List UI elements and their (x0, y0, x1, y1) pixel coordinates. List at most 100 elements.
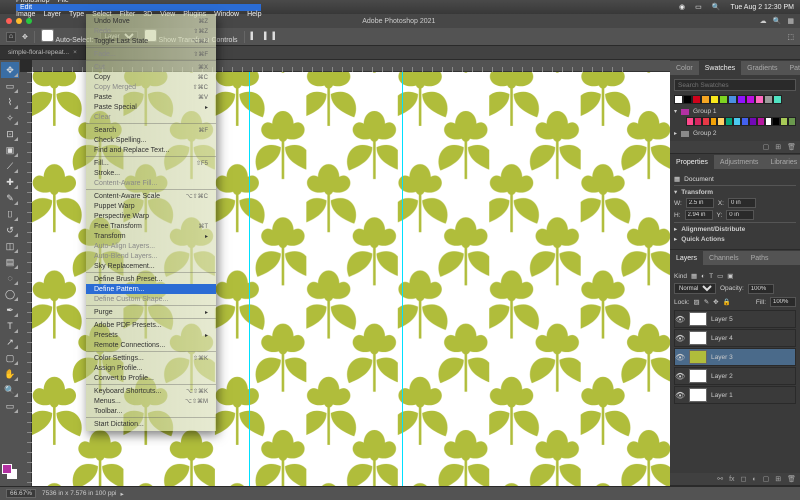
rect-tool[interactable]: ▢ (1, 350, 19, 366)
menubar-battery-icon[interactable]: ▭ (695, 3, 702, 11)
swatch[interactable] (780, 117, 788, 126)
stamp-tool[interactable]: ⌷ (1, 206, 19, 222)
align-center-icon[interactable]: ▐ (261, 33, 266, 40)
menubar-wifi-icon[interactable]: ◉ (679, 3, 685, 11)
link-layers-icon[interactable]: ⚯ (717, 475, 723, 483)
menu-item-check-spelling[interactable]: Check Spelling... (86, 135, 216, 145)
workspace-icon[interactable]: ▦ (787, 17, 794, 25)
width-field[interactable] (686, 198, 714, 208)
swatch-group-1[interactable]: ▾Group 1 (674, 108, 796, 115)
new-folder-icon[interactable]: ▢ (763, 143, 770, 151)
lock-position-icon[interactable]: ✥ (713, 298, 718, 306)
vertical-ruler[interactable] (20, 72, 32, 486)
tab-patterns[interactable]: Patterns (783, 61, 800, 75)
swatch[interactable] (755, 95, 764, 104)
menu-item-define-pattern[interactable]: Define Pattern... (86, 284, 216, 294)
x-field[interactable] (728, 198, 756, 208)
swatch[interactable] (749, 117, 757, 126)
swatch[interactable] (757, 117, 765, 126)
path-tool[interactable]: ↗ (1, 334, 19, 350)
lock-pixels-icon[interactable]: ✎ (704, 298, 709, 306)
menu-item-sky-replacement[interactable]: Sky Replacement... (86, 261, 216, 271)
tab-libraries[interactable]: Libraries (764, 155, 800, 169)
menu-item-toolbar[interactable]: Toolbar... (86, 406, 216, 416)
menu-item-undo-move[interactable]: Undo Move⌘Z (86, 16, 216, 26)
magic-wand-tool[interactable]: ✧ (1, 110, 19, 126)
swatch-group-2[interactable]: ▸Group 2 (674, 130, 796, 137)
move-tool-icon[interactable]: ✥ (22, 33, 28, 41)
menu-file[interactable]: File (57, 0, 68, 4)
menubar-clock[interactable]: Tue Aug 2 12:30 PM (730, 4, 794, 11)
vertical-guide[interactable] (402, 72, 403, 486)
dodge-tool[interactable]: ◯ (1, 286, 19, 302)
menu-item-paste[interactable]: Paste⌘V (86, 92, 216, 102)
swatch[interactable] (701, 95, 710, 104)
menu-edit[interactable]: Edit (16, 4, 261, 11)
layer-row[interactable]: 👁Layer 3 (674, 348, 796, 366)
menu-item-presets[interactable]: Presets▸ (86, 330, 216, 340)
new-group-icon[interactable]: ▢ (763, 475, 770, 483)
swatch[interactable] (686, 117, 694, 126)
chevron-down-icon[interactable]: ▾ (674, 188, 677, 196)
adjustment-layer-icon[interactable]: ◐ (752, 476, 756, 483)
close-icon[interactable] (6, 18, 12, 24)
menu-item-assign-profile[interactable]: Assign Profile... (86, 363, 216, 373)
swatch[interactable] (764, 95, 773, 104)
menu-item-start-dictation[interactable]: Start Dictation... (86, 419, 216, 429)
minimize-icon[interactable] (16, 18, 22, 24)
menu-image[interactable]: Image (16, 11, 35, 18)
tab-properties[interactable]: Properties (670, 155, 714, 169)
layer-row[interactable]: 👁Layer 4 (674, 329, 796, 347)
menubar-search-icon[interactable]: 🔍 (712, 3, 721, 11)
swatch[interactable] (674, 95, 683, 104)
menu-item-fill[interactable]: Fill...⇧F5 (86, 158, 216, 168)
lock-transparent-icon[interactable]: ▨ (694, 298, 700, 306)
menu-window[interactable]: Window (214, 11, 239, 18)
tab-paths[interactable]: Paths (745, 251, 775, 265)
type-tool[interactable]: T (1, 318, 19, 334)
brush-tool[interactable]: ✎ (1, 190, 19, 206)
swatch[interactable] (717, 117, 725, 126)
chevron-right-icon[interactable]: ▸ (121, 490, 124, 498)
menu-item-remote-connections[interactable]: Remote Connections... (86, 340, 216, 350)
swatch[interactable] (702, 117, 710, 126)
visibility-icon[interactable]: 👁 (675, 372, 685, 381)
swatch[interactable] (725, 117, 733, 126)
menu-item-toggle-last-state[interactable]: Toggle Last State⌥⌘Z (86, 36, 216, 46)
maximize-icon[interactable] (26, 18, 32, 24)
tab-layers[interactable]: Layers (670, 251, 703, 265)
search-swatches-input[interactable] (674, 79, 796, 91)
menu-item-free-transform[interactable]: Free Transform⌘T (86, 221, 216, 231)
heal-tool[interactable]: ✚ (1, 174, 19, 190)
zoom-field[interactable]: 66.67% (6, 489, 36, 498)
visibility-icon[interactable]: 👁 (675, 315, 685, 324)
layer-style-icon[interactable]: fx (729, 476, 734, 483)
layer-row[interactable]: 👁Layer 2 (674, 367, 796, 385)
menu-help[interactable]: Help (247, 11, 261, 18)
swatch[interactable] (788, 117, 796, 126)
filter-adjust-icon[interactable]: ◐ (701, 273, 705, 280)
menu-type[interactable]: Type (69, 11, 84, 18)
swatch[interactable] (710, 117, 718, 126)
swatch[interactable] (692, 95, 701, 104)
swatch[interactable] (733, 117, 741, 126)
swatch[interactable] (773, 95, 782, 104)
menu-item-find-and-replace-text[interactable]: Find and Replace Text... (86, 145, 216, 155)
layer-row[interactable]: 👁Layer 5 (674, 310, 796, 328)
swatch[interactable] (683, 95, 692, 104)
chevron-right-icon[interactable]: ▸ (674, 235, 677, 243)
menu-item-paste-special[interactable]: Paste Special▸ (86, 102, 216, 112)
menu-item-search[interactable]: Search⌘F (86, 125, 216, 135)
tab-swatches[interactable]: Swatches (699, 61, 741, 75)
crop-tool[interactable]: ⊡ (1, 126, 19, 142)
menu-item-perspective-warp[interactable]: Perspective Warp (86, 211, 216, 221)
fill-field[interactable] (770, 297, 796, 307)
frame-tool[interactable]: ▣ (1, 142, 19, 158)
cloud-icon[interactable]: ☁ (760, 17, 767, 25)
search-app-icon[interactable]: 🔍 (773, 17, 782, 25)
swatch[interactable] (728, 95, 737, 104)
blend-mode-dropdown[interactable]: Normal (674, 283, 716, 294)
opacity-field[interactable] (748, 284, 774, 294)
filter-shape-icon[interactable]: ▭ (717, 272, 723, 280)
visibility-icon[interactable]: 👁 (675, 334, 685, 343)
